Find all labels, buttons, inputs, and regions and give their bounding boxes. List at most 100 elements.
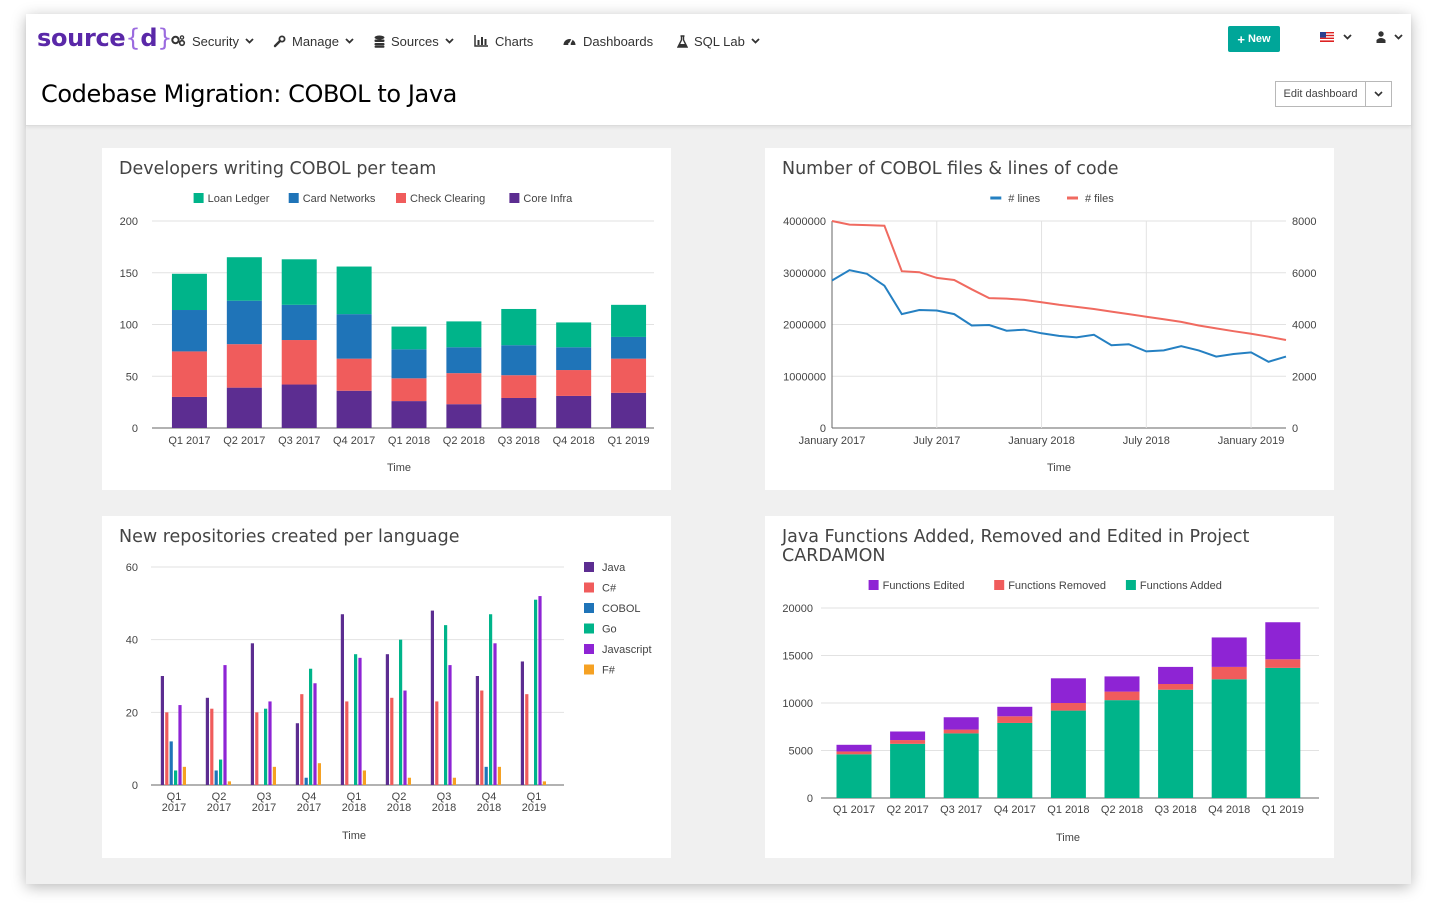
nav-sources[interactable]: Sources [374, 31, 454, 51]
bar [444, 625, 448, 785]
legend-swatch [193, 193, 204, 203]
legend-label: # files [1085, 193, 1114, 205]
nav-manage[interactable]: Manage [273, 31, 354, 51]
x-tick-label: Q1 2019 [1262, 804, 1304, 816]
bar-segment [336, 314, 372, 359]
app-window: source{d} Security Manage Sources Charts… [26, 14, 1411, 884]
x-tick-label: Q4 2017 [333, 435, 375, 447]
bar [480, 690, 484, 785]
x-tick-label: Q1 2018 [388, 435, 430, 447]
chart-panel-cobol-files: Number of COBOL files & lines of code 01… [765, 148, 1334, 490]
bar [264, 708, 268, 785]
bar-segment [391, 326, 427, 350]
y-tick-label: 2000000 [783, 320, 826, 332]
bar-segment [171, 273, 207, 311]
x-tick-label: 2017 [252, 802, 276, 814]
x-tick-label: Q3 2017 [940, 804, 982, 816]
bar [268, 701, 272, 785]
bar-segment [611, 358, 647, 393]
x-axis-label: Time [1047, 462, 1071, 474]
legend-label: Go [602, 624, 617, 636]
bar [354, 654, 358, 785]
gears-icon [171, 35, 186, 47]
legend-swatch [288, 193, 299, 203]
bar-segment [611, 336, 647, 359]
bar-segment [336, 390, 372, 428]
y-tick-label: 50 [126, 371, 138, 383]
bar [403, 690, 407, 785]
user-menu[interactable] [1376, 31, 1403, 43]
edit-dashboard-button[interactable]: Edit dashboard [1275, 81, 1366, 107]
y-tick-label: 5000 [789, 746, 813, 758]
bar [205, 697, 209, 785]
bar [313, 683, 317, 785]
bar-segment [997, 722, 1033, 798]
bar [435, 701, 439, 785]
nav-charts[interactable]: Charts [474, 31, 533, 51]
bar-segment [1104, 691, 1140, 701]
bar-segment [890, 743, 926, 798]
x-tick-label: 2017 [207, 802, 231, 814]
edit-dashboard-group: Edit dashboard [1275, 81, 1392, 107]
bar-segment [1050, 703, 1086, 711]
new-button[interactable]: + New [1228, 26, 1280, 52]
user-icon [1376, 31, 1386, 43]
x-tick-label: 2018 [477, 802, 501, 814]
x-tick-label: Q3 2018 [1154, 804, 1196, 816]
flask-icon [677, 34, 688, 48]
bar-segment [1050, 710, 1086, 798]
bar [304, 777, 308, 785]
language-menu[interactable] [1320, 32, 1352, 42]
x-tick-label: Q1 2017 [168, 435, 210, 447]
series-line [831, 220, 1287, 341]
x-tick-label: Q2 2018 [1101, 804, 1143, 816]
bar [534, 599, 538, 785]
y-tick-label: 0 [132, 780, 138, 792]
legend-swatch [994, 580, 1005, 590]
y2-tick-label: 8000 [1292, 216, 1316, 228]
legend-swatch [584, 603, 594, 613]
x-tick-label: Q2 2018 [443, 435, 485, 447]
bar-segment [171, 310, 207, 352]
nav-sql-lab[interactable]: SQL Lab [677, 31, 760, 51]
x-tick-label: Q2 2017 [886, 804, 928, 816]
bar-segment [391, 349, 427, 379]
bar [169, 741, 173, 785]
source-d-logo[interactable]: source{d} [37, 24, 173, 52]
bar [210, 708, 214, 785]
bar [255, 712, 259, 785]
chevron-down-icon [245, 38, 254, 44]
bar [227, 781, 231, 785]
bar-segment [1265, 667, 1301, 798]
bar-segment [501, 308, 537, 346]
nav-security[interactable]: Security [171, 31, 254, 51]
bar [219, 759, 223, 785]
y-tick-label: 40 [126, 635, 138, 647]
legend-label: COBOL [602, 603, 641, 615]
nav-sql-lab-label: SQL Lab [694, 33, 745, 49]
bar-segment [226, 300, 262, 345]
chevron-down-icon [1374, 91, 1383, 97]
y2-tick-label: 4000 [1292, 320, 1316, 332]
bar-segment [611, 304, 647, 337]
y-tick-label: 100 [120, 320, 138, 332]
bar [272, 766, 276, 785]
bar-segment [836, 751, 872, 755]
x-tick-label: Q3 2018 [498, 435, 540, 447]
edit-dashboard-dropdown[interactable] [1366, 81, 1392, 107]
bar-segment [226, 387, 262, 428]
bar [385, 654, 389, 785]
bar-segment [997, 706, 1033, 717]
legend-label: C# [602, 583, 617, 595]
nav-dashboards[interactable]: Dashboards [562, 31, 653, 51]
chart-panel-dev-cobol: Developers writing COBOL per team 0 50 100… [102, 148, 671, 490]
legend-label: Functions Edited [883, 580, 965, 592]
bar [520, 661, 524, 785]
cobol-files-chart: 0 1000000 2000000 3000000 4000000 0 2000 4000 60… [783, 193, 1316, 474]
y2-tick-label: 2000 [1292, 371, 1316, 383]
x-tick-label: July 2017 [913, 435, 960, 447]
bar [300, 694, 304, 785]
bar-segment [556, 322, 592, 348]
bar [223, 665, 227, 785]
legend-swatch [584, 664, 594, 675]
